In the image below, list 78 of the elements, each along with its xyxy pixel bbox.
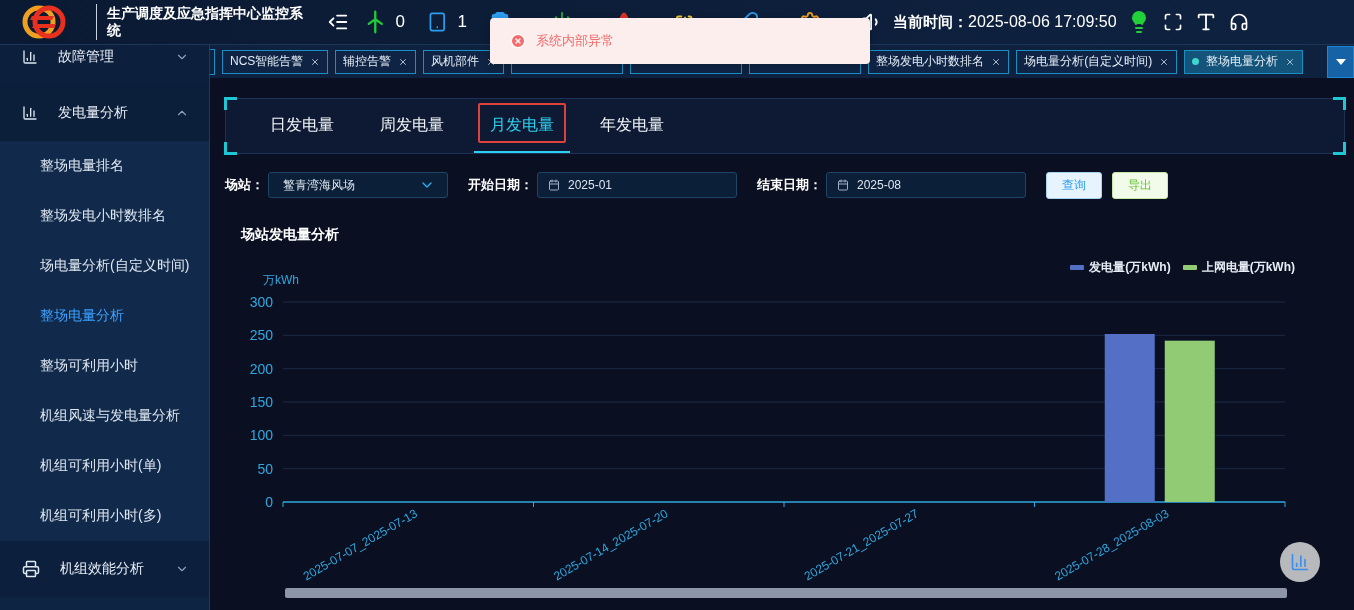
page-tab[interactable]: 辅控告警: [335, 49, 417, 74]
page-tab[interactable]: NCS智能告警: [222, 49, 329, 74]
sidebar-item[interactable]: 机组可利用小时(多): [0, 491, 209, 541]
tab-label: 场电量分析(自定义时间): [1024, 53, 1153, 70]
group-label: 故障管理: [58, 48, 115, 66]
sidebar-item[interactable]: 机组可利用小时(单): [0, 441, 209, 491]
corner-bracket: [1333, 142, 1346, 155]
sidebar-item[interactable]: 整场可利用小时: [0, 341, 209, 391]
sidebar-item[interactable]: 整场发电小时数排名: [0, 191, 209, 241]
count: 0: [395, 12, 405, 32]
close-icon[interactable]: [991, 56, 1002, 67]
close-icon[interactable]: [398, 56, 409, 67]
app-title: 生产调度及应急指挥中心监控系统: [96, 4, 307, 40]
sidebar-group[interactable]: 机组效能分析: [0, 541, 209, 597]
legend-item: 上网电量(万kWh): [1182, 259, 1295, 276]
page-tab[interactable]: 场电量分析(自定义时间): [1016, 49, 1178, 74]
sidebar-item[interactable]: 整场电量排名: [0, 141, 209, 191]
chart-title: 场站发电量分析: [241, 226, 340, 244]
y-tick-label: 150: [249, 394, 273, 410]
station-select[interactable]: 鳘青湾海风场: [268, 172, 448, 198]
period-tab[interactable]: 周发电量: [364, 99, 460, 153]
wind-turbine-icon: [365, 9, 386, 35]
axis-unit-label: 万kWh: [263, 273, 299, 287]
period-tab[interactable]: 月发电量: [474, 99, 570, 153]
field-label: 场站：: [225, 176, 264, 194]
field-label: 结束日期：: [757, 176, 822, 194]
zoom-slider[interactable]: [285, 588, 1287, 598]
current-time: 2025-08-06 17:09:50: [968, 13, 1117, 31]
tab-label: 风机部件: [431, 53, 480, 70]
page-tab[interactable]: 整场发电小时数排名: [868, 49, 1010, 74]
tab-label: NCS智能告警: [230, 53, 304, 70]
period-tab[interactable]: 年发电量: [584, 99, 680, 153]
field-label: 开始日期：: [468, 176, 533, 194]
start-date-field[interactable]: 2025-01: [537, 172, 737, 198]
y-tick-label: 300: [249, 294, 273, 310]
count: 1: [457, 12, 467, 32]
tabs-dropdown-button[interactable]: [1327, 45, 1354, 78]
sidebar-item[interactable]: 机组风速与发电量分析: [0, 391, 209, 441]
caret-down-icon: [1335, 58, 1346, 65]
toast-message: 系统内部异常: [536, 32, 614, 50]
calendar-icon: [837, 179, 849, 191]
bar-chart-icon: [22, 49, 38, 65]
corner-bracket: [224, 142, 237, 155]
printer-icon: [22, 560, 40, 578]
headphones-icon[interactable]: [1228, 12, 1249, 32]
group-label: 机组效能分析: [60, 560, 145, 578]
bar-chart-icon: [1290, 552, 1310, 572]
sidebar-group[interactable]: 发电量分析: [0, 85, 209, 141]
close-icon[interactable]: [1159, 56, 1170, 67]
y-tick-label: 250: [249, 327, 273, 344]
legend-item: 发电量(万kWh): [1070, 259, 1171, 276]
corner-bracket: [224, 97, 237, 110]
tab-label: 整场电量分析: [1206, 53, 1279, 70]
active-dot: [1192, 58, 1200, 65]
sidebar-item[interactable]: 整场电量分析: [0, 291, 209, 341]
y-tick-label: 100: [249, 427, 273, 444]
page-tab[interactable]: 整场电量分析: [1184, 49, 1304, 74]
corner-bracket: [1333, 97, 1346, 110]
logo-icon: [22, 5, 66, 39]
device-icon: [427, 11, 448, 33]
y-tick-label: 50: [257, 460, 273, 477]
bar-chart-icon: [22, 105, 38, 121]
period-tab[interactable]: 日发电量: [254, 99, 350, 153]
tab-label: 整场发电小时数排名: [876, 53, 985, 70]
calendar-icon: [548, 179, 560, 191]
y-tick-label: 200: [249, 360, 273, 377]
sidebar-item[interactable]: 场电量分析(自定义时间): [0, 241, 209, 291]
tab-label: 辅控告警: [343, 53, 392, 70]
time-label: 当前时间：: [893, 12, 968, 32]
y-tick-label: 0: [265, 494, 273, 510]
sidebar-group[interactable]: 故障管理: [0, 45, 209, 85]
close-icon[interactable]: [1285, 56, 1296, 67]
close-icon[interactable]: [310, 56, 321, 67]
group-label: 发电量分析: [58, 104, 129, 122]
end-date-field[interactable]: 2025-08: [826, 172, 1026, 198]
error-icon: [510, 33, 526, 49]
fullscreen-icon[interactable]: [1162, 12, 1183, 32]
chart-fab-button[interactable]: [1280, 542, 1320, 582]
